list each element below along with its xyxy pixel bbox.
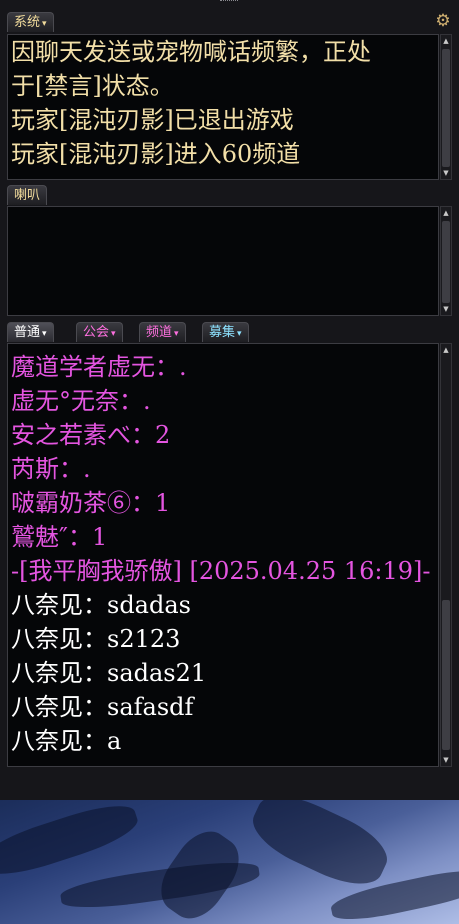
chat-message: 八奈见：a — [11, 727, 122, 755]
chat-scrollbar[interactable]: ▲ ▼ — [440, 343, 452, 767]
chat-message: 魔道学者虚无：. — [11, 353, 187, 381]
chevron-down-icon: ▾ — [42, 329, 47, 339]
tab-guild[interactable]: 公会 ▾ — [76, 322, 123, 342]
background-artwork — [0, 800, 459, 924]
tab-recruit-label: 募集 — [209, 325, 236, 340]
chat-message: 芮斯：. — [11, 455, 91, 483]
arrow-up-icon[interactable]: ▲ — [441, 345, 451, 355]
chat-message-panel: 魔道学者虚无：. 虚无°无奈：. 安之若素べ：2 芮斯：. 啵霸奶茶⑥：1 鷲魅… — [7, 343, 439, 767]
chat-window: 系统 ▾ ⚙ 因聊天发送或宠物喊话频繁，正处 于[禁言]状态。 玩家[混沌刃影]已… — [0, 0, 459, 800]
chat-message: 八奈见：safasdf — [11, 693, 194, 721]
horn-message-panel — [7, 206, 439, 316]
chevron-down-icon: ▾ — [174, 329, 179, 339]
chat-message: 八奈见：sdadas — [11, 591, 191, 619]
tab-system-label: 系统 — [14, 15, 41, 30]
chevron-down-icon: ▾ — [111, 329, 116, 339]
chevron-down-icon: ▾ — [237, 329, 242, 339]
chat-message: 鷲魅″：1 — [11, 523, 108, 551]
arrow-down-icon[interactable]: ▼ — [441, 304, 451, 314]
gear-icon[interactable]: ⚙ — [434, 12, 452, 30]
chat-message: 虚无°无奈：. — [11, 387, 151, 415]
arrow-down-icon[interactable]: ▼ — [441, 168, 451, 178]
system-message: 于[禁言]状态。 — [11, 72, 174, 100]
chevron-down-icon: ▾ — [42, 19, 47, 29]
arrow-up-icon[interactable]: ▲ — [441, 36, 451, 46]
tab-channel[interactable]: 频道 ▾ — [139, 322, 186, 342]
scrollbar-thumb[interactable] — [442, 49, 450, 167]
chat-message: 安之若素べ：2 — [11, 421, 171, 449]
scrollbar-thumb[interactable] — [442, 221, 450, 303]
tab-guild-label: 公会 — [83, 325, 110, 340]
horn-scrollbar[interactable]: ▲ ▼ — [440, 206, 452, 316]
system-scrollbar[interactable]: ▲ ▼ — [440, 34, 452, 180]
scrollbar-thumb[interactable] — [442, 600, 450, 750]
chat-message: 啵霸奶茶⑥：1 — [11, 489, 171, 517]
system-message: 玩家[混沌刃影]进入60频道 — [11, 140, 301, 168]
system-message: 因聊天发送或宠物喊话频繁，正处 — [11, 38, 371, 66]
tab-normal-label: 普通 — [14, 325, 41, 340]
chat-message: -[我平胸我骄傲] [2025.04.25 16:19]- — [11, 557, 431, 585]
system-message: 玩家[混沌刃影]已退出游戏 — [11, 106, 294, 134]
tab-channel-label: 频道 — [146, 325, 173, 340]
tab-horn-label: 喇叭 — [14, 188, 41, 203]
chat-message: 八奈见：s2123 — [11, 625, 181, 653]
tab-recruit[interactable]: 募集 ▾ — [202, 322, 249, 342]
arrow-down-icon[interactable]: ▼ — [441, 755, 451, 765]
arrow-up-icon[interactable]: ▲ — [441, 208, 451, 218]
chat-message: 八奈见：sadas21 — [11, 659, 207, 687]
system-message-panel: 因聊天发送或宠物喊话频繁，正处 于[禁言]状态。 玩家[混沌刃影]已退出游戏 玩… — [7, 34, 439, 180]
tab-system[interactable]: 系统 ▾ — [7, 12, 54, 32]
tab-normal[interactable]: 普通 ▾ — [7, 322, 54, 342]
drag-handle[interactable] — [220, 0, 238, 5]
tab-horn[interactable]: 喇叭 — [7, 185, 48, 205]
